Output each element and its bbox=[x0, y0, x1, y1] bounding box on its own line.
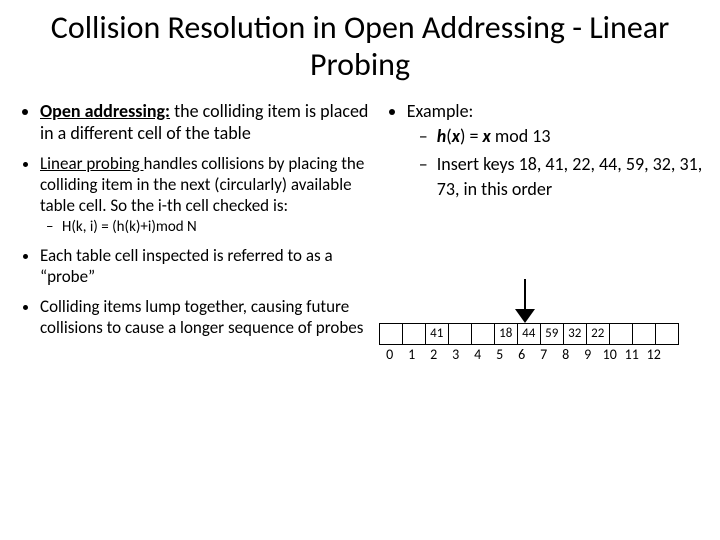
cell bbox=[448, 323, 471, 344]
eq-tail: mod 13 bbox=[491, 125, 551, 147]
linear-probing-term: Linear probing bbox=[40, 153, 144, 174]
cell: 22 bbox=[586, 323, 609, 344]
right-bullets: Example: h(x) = x mod 13 Insert keys 18,… bbox=[379, 100, 708, 201]
cell bbox=[379, 323, 402, 344]
hash-diagram: 41 18 44 59 32 22 0 bbox=[379, 279, 708, 365]
bullet-probe: Each table cell inspected is referred to… bbox=[40, 245, 369, 288]
idx: 8 bbox=[555, 345, 577, 365]
cell: 59 bbox=[540, 323, 563, 344]
idx: 6 bbox=[511, 345, 533, 365]
hash-eq: h(x) = x mod 13 bbox=[437, 124, 708, 148]
idx: 12 bbox=[643, 345, 665, 365]
example-head: Example: h(x) = x mod 13 Insert keys 18,… bbox=[407, 100, 708, 201]
example-label: Example: bbox=[407, 100, 474, 122]
bullet-linear-probing: Linear probing handles collisions by pla… bbox=[40, 153, 369, 238]
idx: 1 bbox=[401, 345, 423, 365]
idx: 0 bbox=[379, 345, 401, 365]
arrow-down-icon bbox=[514, 279, 535, 323]
table-row: 0 1 2 3 4 5 6 7 8 9 10 11 12 bbox=[379, 345, 665, 365]
idx: 7 bbox=[533, 345, 555, 365]
eq-x: x bbox=[452, 125, 460, 147]
linear-probing-sub: H(k, i) = (h(k)+i)mod N bbox=[40, 218, 369, 237]
left-bullets: Open addressing: the colliding item is p… bbox=[12, 100, 369, 339]
table-row: 41 18 44 59 32 22 bbox=[379, 323, 678, 344]
cell bbox=[471, 323, 494, 344]
cell: 18 bbox=[494, 323, 517, 344]
arrow-container bbox=[379, 279, 708, 323]
idx: 10 bbox=[599, 345, 621, 365]
left-column: Open addressing: the colliding item is p… bbox=[12, 100, 377, 365]
cell bbox=[655, 323, 678, 344]
slide: Collision Resolution in Open Addressing … bbox=[0, 0, 720, 540]
open-addressing-term: Open addressing: bbox=[40, 100, 170, 122]
cell bbox=[402, 323, 425, 344]
idx: 3 bbox=[445, 345, 467, 365]
hash-formula: H(k, i) = (h(k)+i)mod N bbox=[62, 218, 369, 237]
eq-x2: x bbox=[483, 125, 491, 147]
idx: 2 bbox=[423, 345, 445, 365]
eq-p2: ) = bbox=[460, 125, 483, 147]
hash-table: 41 18 44 59 32 22 bbox=[379, 323, 679, 345]
example-sub: h(x) = x mod 13 Insert keys 18, 41, 22, … bbox=[407, 124, 708, 201]
right-column: Example: h(x) = x mod 13 Insert keys 18,… bbox=[377, 100, 708, 365]
cell bbox=[609, 323, 632, 344]
eq-h: h bbox=[437, 125, 447, 147]
slide-title: Collision Resolution in Open Addressing … bbox=[12, 10, 708, 84]
cell: 44 bbox=[517, 323, 540, 344]
index-row: 0 1 2 3 4 5 6 7 8 9 10 11 12 bbox=[379, 345, 665, 365]
idx: 4 bbox=[467, 345, 489, 365]
idx: 5 bbox=[489, 345, 511, 365]
cell: 41 bbox=[425, 323, 448, 344]
cell bbox=[632, 323, 655, 344]
bullet-open-addressing: Open addressing: the colliding item is p… bbox=[40, 100, 369, 145]
bullet-lump: Colliding items lump together, causing f… bbox=[40, 296, 369, 339]
idx: 9 bbox=[577, 345, 599, 365]
cell: 32 bbox=[563, 323, 586, 344]
insert-line: Insert keys 18, 41, 22, 44, 59, 32, 31, … bbox=[437, 152, 708, 201]
columns: Open addressing: the colliding item is p… bbox=[12, 100, 708, 365]
idx: 11 bbox=[621, 345, 643, 365]
